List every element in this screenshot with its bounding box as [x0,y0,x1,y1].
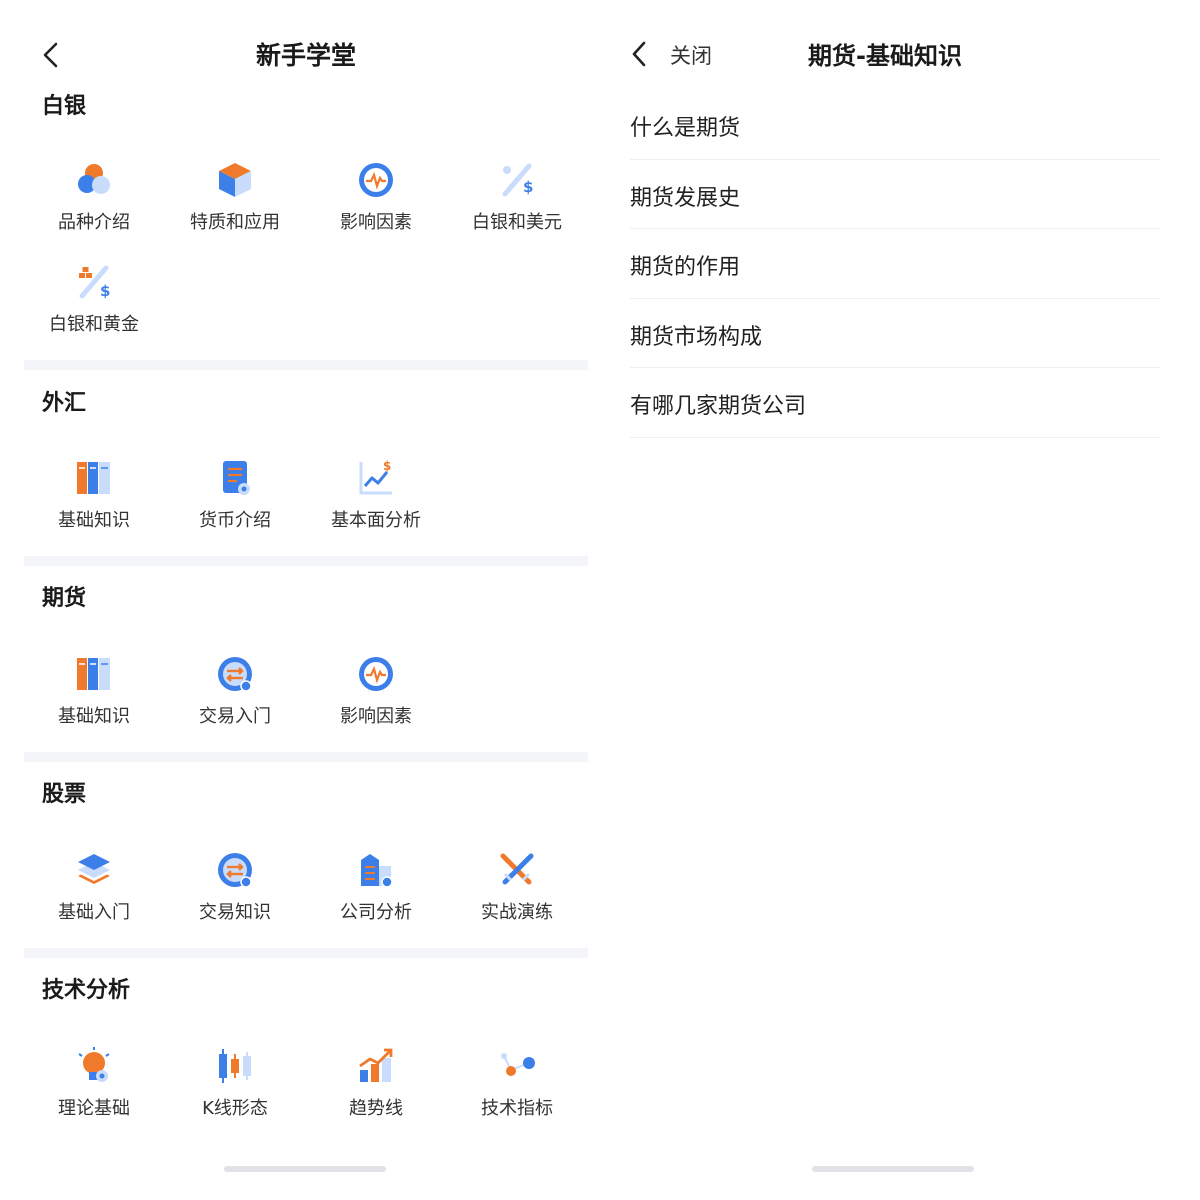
item-label: 技术指标 [481,1098,553,1119]
futures-basics-screen: 关闭 期货-基础知识 什么是期货 期货发展史 期货的作用 期货市场构成 有哪几家… [612,0,1172,1200]
building-icon [356,850,396,890]
item-label: 理论基础 [58,1098,130,1119]
item-basics[interactable]: 基础知识 [24,654,164,734]
item-label: 公司分析 [340,902,412,923]
item-label: K线形态 [202,1098,268,1119]
item-label: 趋势线 [349,1098,403,1119]
crossed-swords-icon [497,850,537,890]
list-item[interactable]: 期货的作用 [630,229,1160,299]
item-label: 影响因素 [340,212,412,233]
item-basic-intro[interactable]: 基础入门 [24,850,164,930]
item-label: 基础知识 [58,706,130,727]
section-title: 白银 [42,94,87,119]
dots-icon [497,1046,537,1086]
item-label: 白银和美元 [472,212,562,233]
list-item-label: 期货市场构成 [630,324,763,350]
section-divider [24,752,588,762]
item-label: 特质和应用 [190,212,280,233]
home-indicator[interactable] [224,1166,386,1172]
gold-dollar-icon: $ [74,262,114,302]
item-label: 交易知识 [199,902,271,923]
section-title: 期货 [42,586,87,611]
list-item[interactable]: 有哪几家期货公司 [630,368,1160,438]
list-item-label: 期货的作用 [630,255,741,280]
item-currency-intro[interactable]: 货币介绍 [165,458,305,538]
item-label: 货币介绍 [199,510,271,531]
exchange-icon [215,654,255,694]
list-item-label: 有哪几家期货公司 [630,394,807,419]
pulse-icon [356,160,396,200]
item-trendline[interactable]: 趋势线 [306,1046,446,1126]
svg-text:$: $ [100,282,110,300]
beginner-school-screen: 新手学堂 白银 品种介绍 特质和应用 影响因素 $ 白银和美元 $ 白银和黄金 … [24,0,588,1200]
pulse-icon [356,654,396,694]
section-title: 外汇 [42,391,87,416]
item-influence-factors[interactable]: 影响因素 [306,654,446,734]
item-practice-drill[interactable]: 实战演练 [447,850,587,930]
item-theory-basics[interactable]: 理论基础 [24,1046,164,1126]
item-label: 白银和黄金 [49,314,139,335]
section-title: 股票 [42,782,87,807]
document-icon [215,458,255,498]
candlestick-icon [215,1046,255,1086]
item-trading-knowledge[interactable]: 交易知识 [165,850,305,930]
pie-icon [74,160,114,200]
exchange-icon [215,850,255,890]
close-button[interactable]: 关闭 [670,40,712,70]
item-candlestick-patterns[interactable]: K线形态 [165,1046,305,1126]
books-icon [74,458,114,498]
item-trading-intro[interactable]: 交易入门 [165,654,305,734]
item-company-analysis[interactable]: 公司分析 [306,850,446,930]
item-label: 影响因素 [340,706,412,727]
item-influence-factors[interactable]: 影响因素 [306,160,446,240]
item-basics[interactable]: 基础知识 [24,458,164,538]
item-label: 基础入门 [58,902,130,923]
section-divider [24,360,588,370]
item-traits-uses[interactable]: 特质和应用 [165,160,305,240]
home-indicator[interactable] [812,1166,974,1172]
item-label: 交易入门 [199,706,271,727]
item-variety-intro[interactable]: 品种介绍 [24,160,164,240]
svg-text:$: $ [523,178,533,196]
section-title: 技术分析 [42,978,131,1003]
section-divider [24,556,588,566]
item-label: 基础知识 [58,510,130,531]
svg-text:$: $ [383,459,391,473]
back-button[interactable] [626,38,652,70]
percent-dollar-icon: $ [497,160,537,200]
cube-icon [215,160,255,200]
lightbulb-icon [74,1046,114,1086]
item-fundamental-analysis[interactable]: $ 基本面分析 [306,458,446,538]
page-title: 期货-基础知识 [808,42,962,70]
item-label: 品种介绍 [58,212,130,233]
list-item-label: 什么是期货 [630,116,741,141]
list-item[interactable]: 期货发展史 [630,160,1160,229]
item-technical-indicators[interactable]: 技术指标 [447,1046,587,1126]
item-silver-gold[interactable]: $ 白银和黄金 [24,262,164,342]
list-item[interactable]: 期货市场构成 [630,299,1160,368]
books-icon [74,654,114,694]
item-label: 实战演练 [481,902,553,923]
article-list: 什么是期货 期货发展史 期货的作用 期货市场构成 有哪几家期货公司 [630,90,1160,438]
section-divider [24,948,588,958]
line-chart-dollar-icon: $ [356,458,396,498]
list-item[interactable]: 什么是期货 [630,90,1160,160]
list-item-label: 期货发展史 [630,185,741,211]
layers-icon [74,850,114,890]
page-title: 新手学堂 [255,41,356,70]
item-label: 基本面分析 [331,510,421,531]
chevron-left-icon [632,41,646,67]
trend-bars-icon [356,1046,396,1086]
item-silver-usd[interactable]: $ 白银和美元 [447,160,587,240]
